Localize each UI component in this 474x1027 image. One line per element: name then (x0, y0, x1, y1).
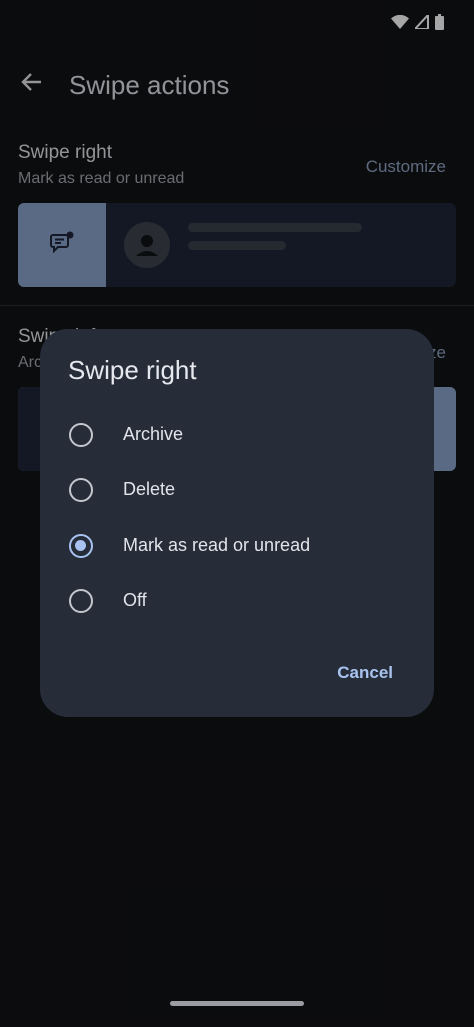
swipe-right-dialog: Swipe right Archive Delete Mark as read … (40, 329, 434, 717)
radio-button[interactable] (69, 478, 93, 502)
dialog-title: Swipe right (68, 355, 197, 385)
option-label: Mark as read or unread (123, 535, 311, 555)
option-label: Archive (123, 424, 184, 444)
option-label: Delete (123, 479, 176, 499)
gesture-navigation-bar[interactable] (170, 1001, 304, 1006)
radio-button-selected[interactable] (69, 534, 93, 558)
option-archive[interactable]: Archive (40, 408, 434, 463)
option-delete[interactable]: Delete (40, 463, 434, 518)
cancel-button[interactable]: Cancel (337, 663, 393, 683)
radio-button[interactable] (69, 589, 93, 613)
radio-button[interactable] (69, 423, 93, 447)
option-label: Off (123, 590, 147, 610)
option-mark-read-unread[interactable]: Mark as read or unread (40, 519, 434, 574)
option-off[interactable]: Off (40, 574, 434, 629)
